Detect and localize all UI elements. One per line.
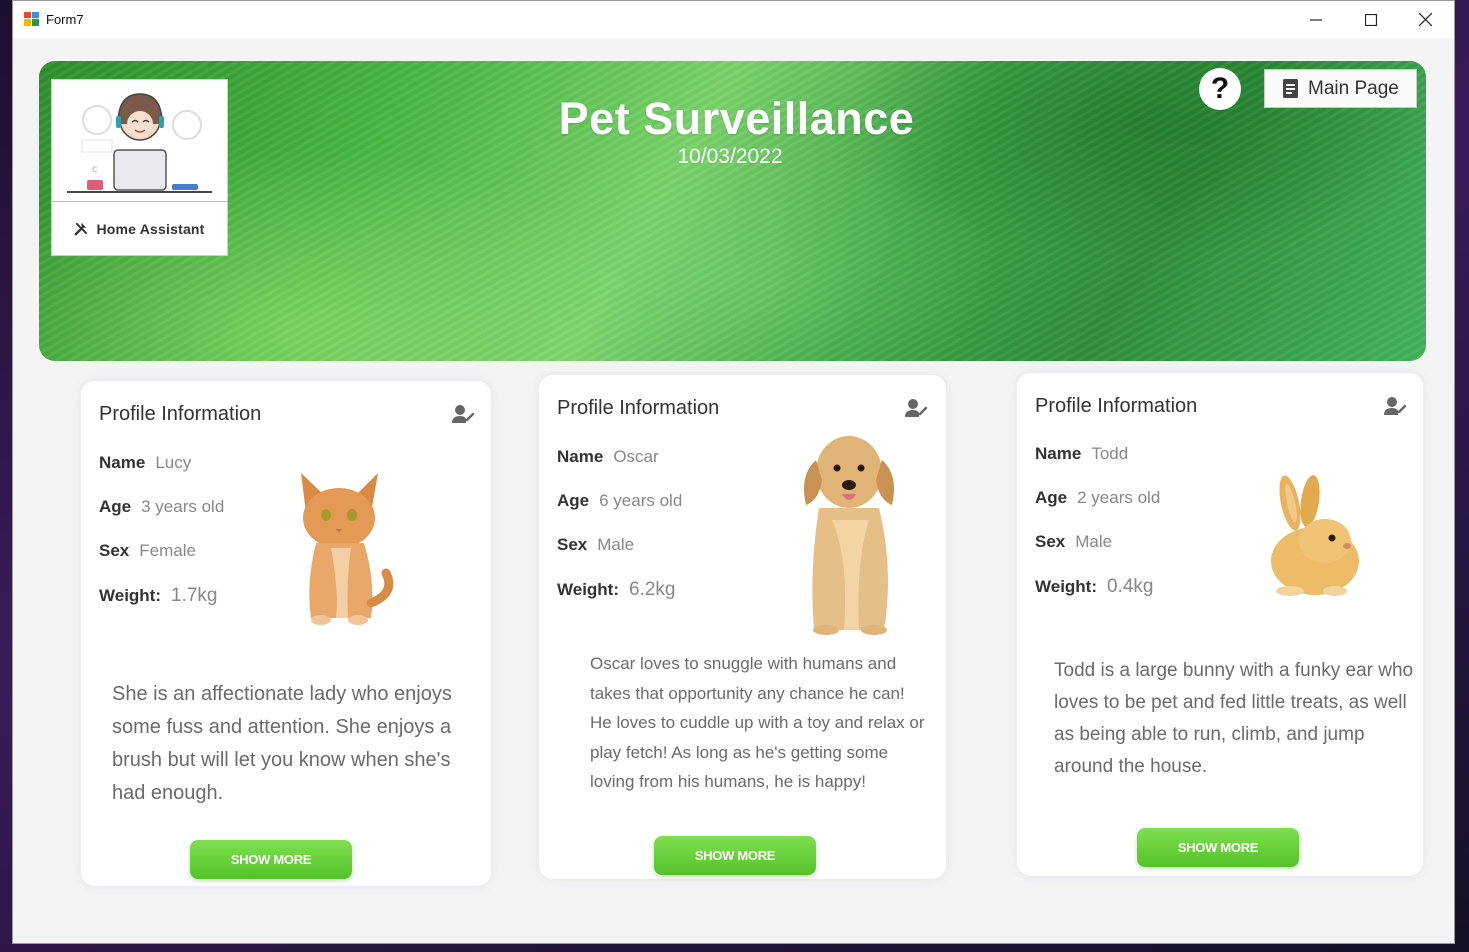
page-date: 10/03/2022 — [677, 145, 783, 168]
help-button[interactable]: ? — [1199, 68, 1241, 110]
minimize-button[interactable] — [1288, 1, 1343, 38]
name-field: Name Lucy — [99, 453, 192, 472]
weight-field: Weight: 0.4kg — [1035, 576, 1154, 597]
age-field: Age 2 years old — [1035, 488, 1161, 507]
maximize-icon — [1364, 13, 1377, 26]
profile-card-todd: Profile Information Name Todd Age 2 years … — [1017, 373, 1423, 876]
dog-photo — [803, 436, 895, 635]
card-heading: Profile Information — [99, 403, 262, 425]
card-heading: Profile Information — [557, 397, 720, 419]
assistant-label: Home Assistant — [96, 220, 205, 237]
sex-field: Sex Female — [99, 541, 196, 560]
close-icon — [1419, 13, 1432, 26]
name-field: Name Todd — [1035, 444, 1129, 463]
maximize-button[interactable] — [1343, 1, 1398, 38]
name-field: Name Oscar — [557, 447, 659, 466]
window-title: Form7 — [46, 12, 84, 27]
cat-photo — [301, 473, 394, 625]
document-icon — [1283, 79, 1298, 98]
header-banner: c Home Assistant Pet Surveillance 10/03/… — [39, 61, 1426, 361]
help-icon: ? — [1210, 72, 1230, 105]
sex-field: Sex Male — [557, 535, 635, 554]
edit-user-icon[interactable] — [905, 398, 927, 418]
age-field: Age 3 years old — [99, 497, 225, 516]
main-page-label: Main Page — [1308, 77, 1399, 99]
app-window: Form7 c Home Assistant Pet Surveillance … — [12, 0, 1455, 944]
edit-user-icon[interactable] — [1384, 396, 1406, 416]
app-icon — [24, 12, 40, 27]
tools-icon — [75, 222, 88, 236]
main-page-button[interactable]: Main Page — [1264, 69, 1417, 108]
pet-description: Todd is a large bunny with a funky ear w… — [1054, 660, 1414, 777]
show-more-button[interactable]: SHOW MORE — [1137, 828, 1299, 867]
show-more-button[interactable]: SHOW MORE — [190, 840, 352, 879]
profile-card-oscar: Profile Information Name Oscar Age 6 years… — [539, 375, 946, 879]
edit-user-icon[interactable] — [452, 404, 474, 424]
sex-field: Sex Male — [1035, 532, 1113, 551]
age-field: Age 6 years old — [557, 491, 683, 510]
profile-card-lucy: Profile Information Name Lucy Age 3 years … — [81, 381, 491, 886]
card-heading: Profile Information — [1035, 395, 1198, 417]
assistant-label-row: Home Assistant — [52, 202, 227, 255]
minimize-icon — [1309, 18, 1322, 21]
weight-field: Weight: 1.7kg — [99, 585, 218, 606]
title-bar: Form7 — [13, 1, 1454, 38]
pet-description: She is an affectionate lady who enjoys s… — [112, 683, 452, 804]
rabbit-photo — [1271, 475, 1359, 596]
show-more-button[interactable]: SHOW MORE — [654, 836, 816, 875]
close-button[interactable] — [1398, 1, 1453, 38]
pet-description: Oscar loves to snuggle with humans and t… — [590, 654, 925, 791]
weight-field: Weight: 6.2kg — [557, 579, 676, 600]
